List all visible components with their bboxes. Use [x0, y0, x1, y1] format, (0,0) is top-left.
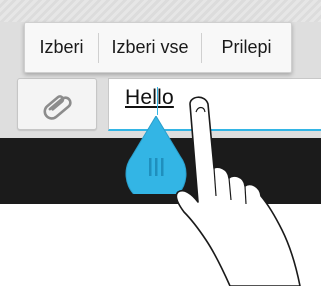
text-cursor	[157, 87, 158, 115]
select-menu-item[interactable]: Izberi	[25, 23, 98, 72]
status-strip	[0, 0, 321, 22]
paperclip-icon	[43, 95, 72, 120]
selection-handle[interactable]	[122, 116, 190, 194]
message-text: Hello	[125, 86, 174, 109]
attach-button[interactable]	[17, 78, 97, 130]
grip-lines-icon	[149, 158, 164, 176]
screen: Hello Izberi Izberi vse Prilepi	[0, 0, 321, 286]
paste-menu-item[interactable]: Prilepi	[202, 23, 291, 72]
select-all-menu-item[interactable]: Izberi vse	[99, 23, 201, 72]
text-selection-popup: Izberi Izberi vse Prilepi	[24, 22, 292, 73]
